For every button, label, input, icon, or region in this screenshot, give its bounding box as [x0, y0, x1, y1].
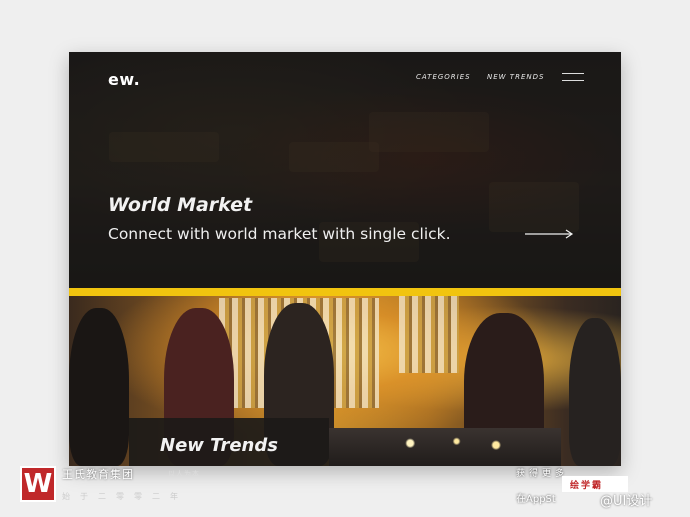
hero-subtitle: Connect with world market with single cl…	[108, 225, 451, 243]
brand-logo[interactable]: ew.	[108, 70, 140, 89]
hero-title: World Market	[108, 194, 253, 216]
landing-card: ew. CATEGORIES NEW TRENDS World Market C…	[69, 52, 621, 466]
hamburger-menu-icon[interactable]	[562, 73, 584, 81]
accent-stripe	[69, 288, 621, 296]
watermark-badge-label: 绘学霸	[570, 481, 604, 491]
watermark-org-name: 王氏教育集团	[62, 468, 134, 481]
watermark-org-line: 始于二零零二年	[62, 492, 188, 501]
arrow-right-icon[interactable]	[525, 229, 575, 239]
watermark-app-line1: 获得更多	[516, 469, 569, 479]
new-trends-title[interactable]: New Trends	[160, 435, 278, 456]
nav-item-categories[interactable]: CATEGORIES	[416, 73, 471, 81]
trend-thumbnail[interactable]	[329, 428, 561, 466]
nav-item-new-trends[interactable]: NEW TRENDS	[487, 73, 544, 81]
watermark-app-line2: 在AppSt	[516, 494, 556, 505]
hero-overlay	[69, 52, 621, 288]
watermark-org-tag: 以人为本	[168, 470, 200, 478]
watermark-weibo: @UI设计	[600, 494, 653, 509]
watermark-logo: W	[20, 466, 56, 502]
